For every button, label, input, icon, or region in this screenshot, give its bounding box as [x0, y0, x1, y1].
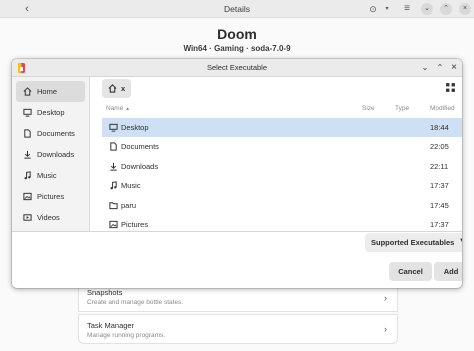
folder-icon: [109, 201, 118, 209]
maximize-icon[interactable]: ⌃: [440, 3, 452, 15]
sidebar-item-pictures[interactable]: Pictures: [16, 186, 85, 207]
file-modified: 22:05: [430, 142, 449, 152]
task-manager-title: Task Manager: [87, 321, 135, 330]
desktop-icon: [109, 123, 118, 132]
downloads-icon: [110, 162, 117, 171]
documents-icon: [110, 142, 117, 151]
footer-divider: [12, 231, 462, 232]
snapshots-subtitle: Create and manage bottle states.: [87, 299, 184, 306]
column-header-name[interactable]: Name ▲: [106, 105, 130, 112]
snapshots-row[interactable]: Snapshots Create and manage bottle state…: [78, 286, 398, 312]
path-bar: x: [102, 79, 132, 98]
file-modified: 17:45: [430, 200, 449, 210]
file-row-downloads[interactable]: Downloads 22:11: [102, 157, 462, 176]
path-segment-label: x: [121, 84, 126, 93]
file-rows: Desktop 18:44 Documents 22:05 Downloads …: [102, 118, 462, 232]
cancel-button[interactable]: Cancel: [389, 262, 432, 281]
sidebar-item-downloads[interactable]: Downloads: [16, 144, 85, 165]
file-name: Desktop: [121, 123, 149, 132]
file-row-desktop[interactable]: Desktop 18:44: [102, 118, 462, 138]
file-modified: 22:11: [430, 161, 449, 171]
filter-label: Supported Executables: [371, 238, 455, 247]
grid-view-icon[interactable]: [445, 82, 456, 93]
close-icon[interactable]: ×: [459, 3, 471, 15]
sidebar-item-label: Music: [37, 171, 57, 180]
sort-ascending-icon: ▲: [125, 106, 131, 112]
bottle-meta: Win64 · Gaming · soda-7.0-9: [183, 44, 291, 53]
menu-icon[interactable]: ≡: [400, 3, 414, 15]
file-row-paru[interactable]: paru 17:45: [102, 196, 462, 215]
file-name: Pictures: [121, 219, 149, 229]
file-row-music[interactable]: Music 17:37: [102, 176, 462, 195]
videos-icon: [23, 214, 32, 221]
downloads-icon: [24, 150, 31, 159]
chevron-right-icon: ›: [384, 293, 387, 303]
file-row-documents[interactable]: Documents 22:05: [102, 137, 462, 156]
chevron-down-icon[interactable]: ⌄: [419, 62, 431, 74]
sidebar-item-label: Pictures: [37, 192, 65, 201]
column-header-type[interactable]: Type: [395, 105, 409, 112]
chevron-right-icon: ›: [384, 324, 387, 334]
file-name: Documents: [121, 142, 159, 152]
file-name: Music: [121, 181, 141, 191]
sidebar-item-documents[interactable]: Documents: [16, 123, 85, 144]
sidebar-item-home[interactable]: Home: [16, 81, 85, 102]
column-header-size[interactable]: Size: [362, 105, 375, 112]
minimize-icon[interactable]: ⌄: [421, 3, 433, 15]
music-icon: [24, 171, 31, 180]
add-button[interactable]: Add: [434, 262, 462, 281]
sidebar-item-label: Home: [37, 87, 58, 96]
music-icon: [110, 181, 117, 190]
dropdown-arrow-icon: ▼: [459, 238, 462, 244]
dialog-titlebar: Select Executable ⌄ ⌃ ×: [12, 59, 462, 77]
task-manager-row[interactable]: Task Manager Manage running programs. ›: [78, 314, 398, 344]
file-type-filter[interactable]: Supported Executables ▼: [365, 233, 462, 252]
sidebar-item-videos[interactable]: Videos: [16, 207, 85, 228]
file-modified: 18:44: [430, 123, 449, 132]
sidebar-item-label: Videos: [37, 213, 60, 222]
desktop-icon: [23, 108, 32, 117]
chevron-up-icon[interactable]: ⌃: [434, 62, 446, 74]
select-executable-dialog: Select Executable ⌄ ⌃ × Home Desktop Doc…: [12, 59, 462, 288]
details-header: ‹ Details ⊙ ▾ ≡ ⌄ ⌃ ×: [0, 0, 474, 18]
sync-dropdown-icon[interactable]: ▾: [380, 3, 394, 15]
file-modified: 17:37: [430, 219, 449, 229]
sidebar-item-music[interactable]: Music: [16, 165, 85, 186]
sync-icon[interactable]: ⊙: [366, 3, 380, 15]
sidebar-item-desktop[interactable]: Desktop: [16, 102, 85, 123]
pictures-icon: [109, 220, 118, 229]
column-header-modified[interactable]: Modified: [430, 105, 455, 112]
sidebar-item-label: Downloads: [37, 150, 75, 159]
snapshots-title: Snapshots: [87, 288, 123, 297]
file-name: paru: [121, 200, 137, 210]
file-modified: 17:37: [430, 181, 449, 191]
home-icon: [108, 84, 117, 93]
sidebar-item-label: Desktop: [37, 108, 65, 117]
documents-icon: [24, 129, 31, 138]
pictures-icon: [23, 192, 32, 201]
file-name: Downloads: [121, 161, 159, 171]
home-icon: [23, 87, 32, 96]
close-icon[interactable]: ×: [448, 62, 460, 74]
file-list: Name ▲ Size Type Modified Desktop 18:44 …: [102, 101, 462, 232]
sidebar-item-label: Documents: [37, 129, 75, 138]
file-row-pictures[interactable]: Pictures 17:37: [102, 215, 462, 232]
dialog-title: Select Executable: [206, 63, 268, 72]
bottle-name: Doom: [217, 26, 257, 42]
places-sidebar: Home Desktop Documents Downloads Music P…: [12, 77, 90, 232]
path-segment-home[interactable]: x: [102, 79, 132, 98]
task-manager-subtitle: Manage running programs.: [87, 332, 166, 339]
